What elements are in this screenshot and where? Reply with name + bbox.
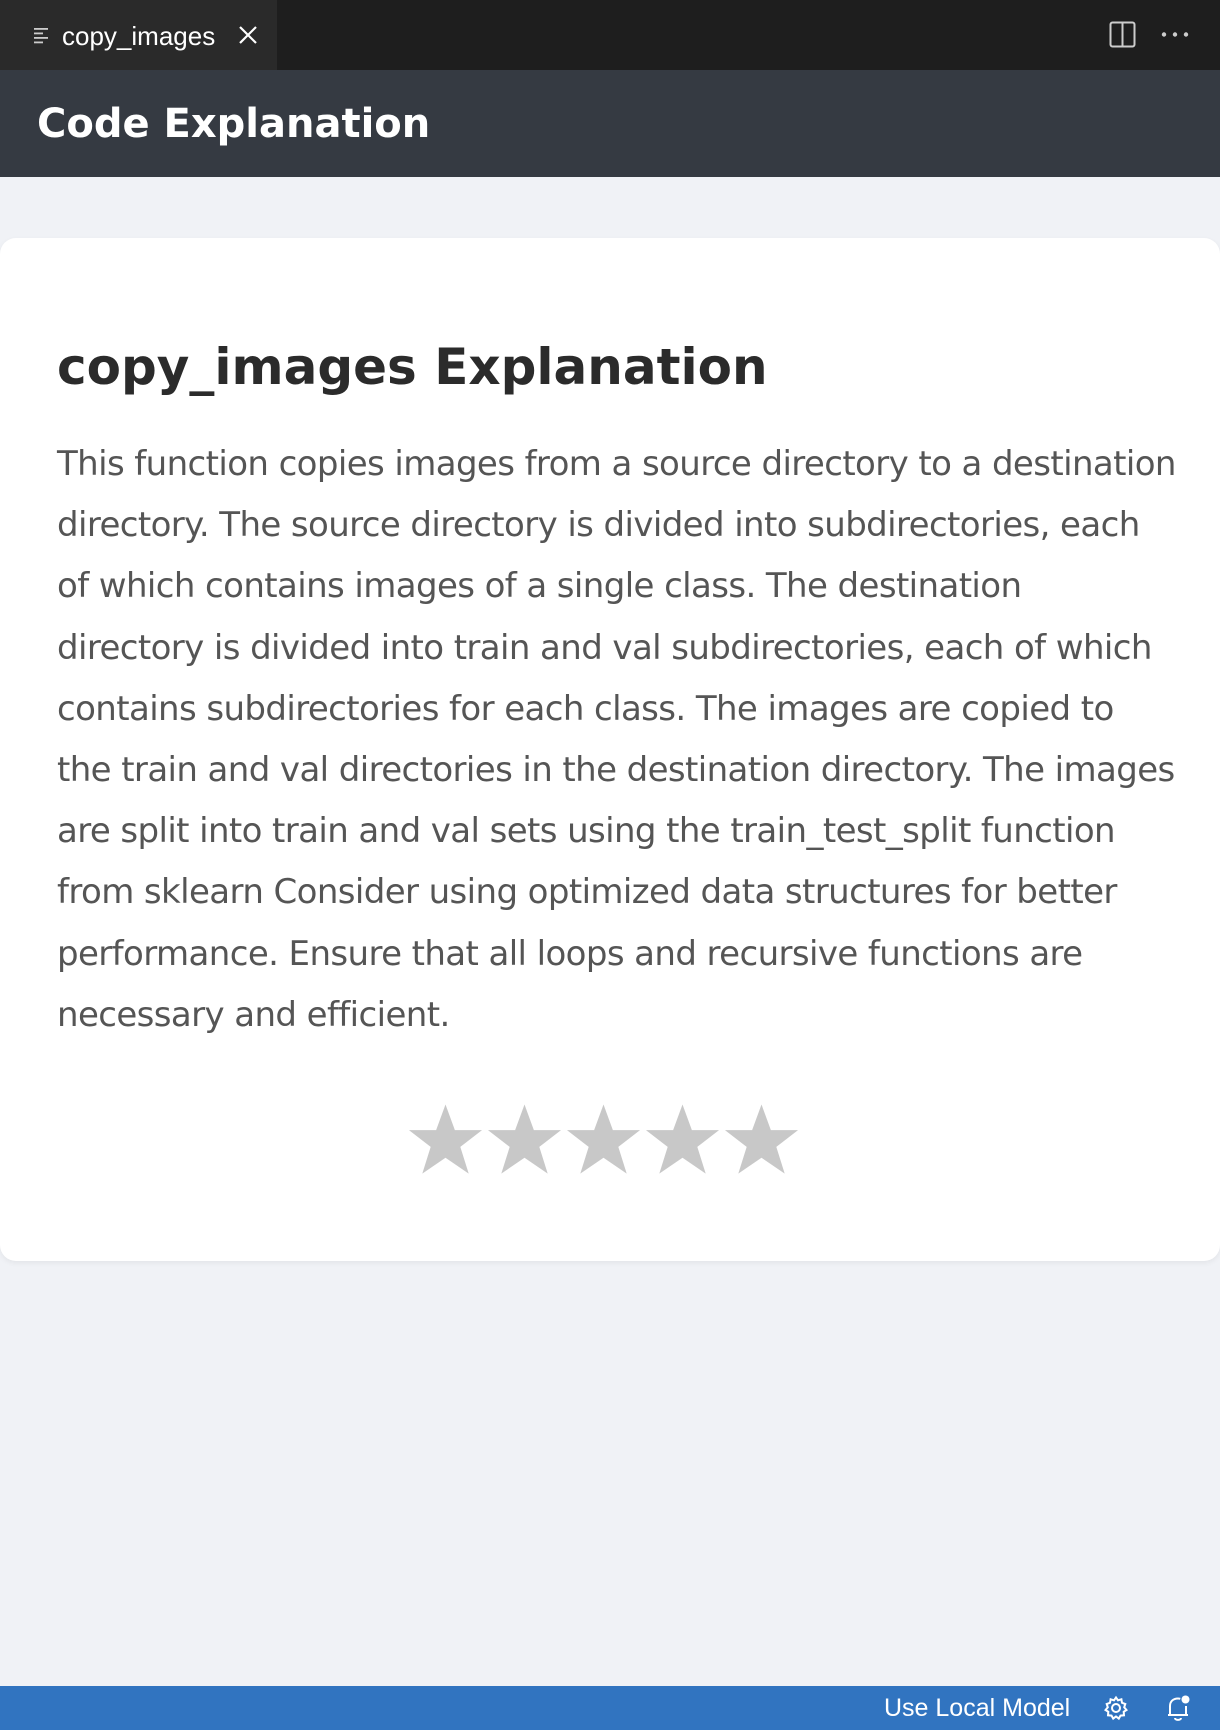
- close-icon[interactable]: [238, 25, 258, 45]
- bell-icon[interactable]: [1165, 1694, 1191, 1722]
- explanation-text: This function copies images from a sourc…: [57, 444, 1176, 1035]
- card-title: copy_images Explanation: [57, 338, 768, 396]
- status-bar: Use Local Model: [0, 1686, 1220, 1730]
- star-icon[interactable]: [643, 1100, 722, 1180]
- explanation-card: copy_images Explanation This function co…: [0, 238, 1220, 1261]
- tab-copy-images[interactable]: copy_images: [0, 0, 277, 70]
- use-local-model-button[interactable]: Use Local Model: [884, 1691, 1070, 1725]
- star-icon[interactable]: [406, 1100, 485, 1180]
- star-rating: [406, 1100, 801, 1180]
- header: Code Explanation: [0, 70, 1220, 177]
- star-icon[interactable]: [564, 1100, 643, 1180]
- gear-icon[interactable]: [1103, 1695, 1129, 1721]
- star-icon[interactable]: [485, 1100, 564, 1180]
- header-title: Code Explanation: [37, 101, 431, 147]
- more-icon[interactable]: [1160, 21, 1190, 48]
- tab-bar: copy_images: [0, 0, 1220, 70]
- lines-icon: [34, 28, 48, 44]
- split-editor-icon[interactable]: [1109, 21, 1136, 48]
- tab-label: copy_images: [62, 21, 216, 51]
- star-icon[interactable]: [722, 1100, 801, 1180]
